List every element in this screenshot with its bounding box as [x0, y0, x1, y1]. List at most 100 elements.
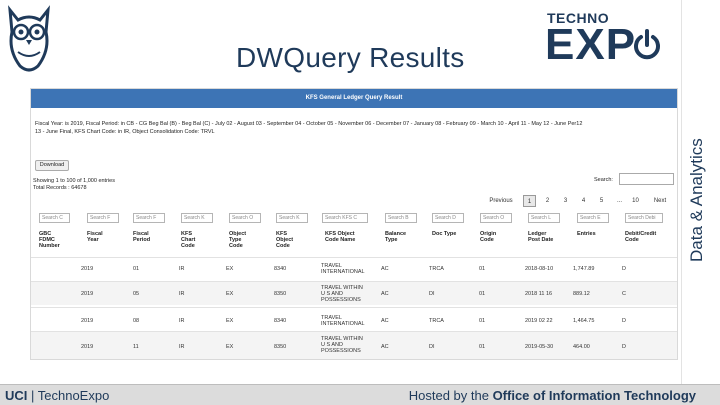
cell-origin: 01	[479, 266, 486, 272]
table-row: 2019 11 IR EX 8350 TRAVEL WITHIN U S AND…	[31, 331, 677, 359]
column-header[interactable]: Object Type Code	[229, 231, 246, 249]
pager-page-4[interactable]: 4	[577, 195, 590, 207]
filter-input[interactable]: Search O	[229, 213, 261, 223]
cell-dc: D	[622, 344, 626, 350]
filter-input[interactable]: Search C	[39, 213, 70, 223]
pager-page-1[interactable]: 1	[523, 195, 536, 207]
column-header[interactable]: Entries	[577, 231, 596, 237]
column-header[interactable]: Balance Type	[385, 231, 406, 243]
cell-origin: 01	[479, 344, 486, 350]
cell-entries: 464.00	[573, 344, 590, 350]
search-input[interactable]	[619, 173, 674, 185]
footer-separator: |	[27, 388, 38, 403]
total-records: Total Records : 64678	[33, 185, 87, 191]
entries-showing: Showing 1 to 100 of 1,000 entries	[33, 178, 115, 184]
cell-objname: TRAVEL WITHIN U S AND POSSESSIONS	[321, 336, 363, 354]
cell-doctype: TRCA	[429, 266, 444, 272]
column-header[interactable]: GBC FDMC Number	[39, 231, 60, 249]
cell-postdate: 2019 02 22	[525, 318, 553, 324]
owl-mascot-logo	[8, 5, 50, 72]
column-header[interactable]: Ledger Post Date	[528, 231, 553, 243]
cell-entries: 1,464.75	[573, 318, 595, 324]
filter-input[interactable]: Search F	[133, 213, 165, 223]
footer-left: UCI | TechnoExpo	[5, 388, 109, 403]
query-result-screenshot: KFS General Ledger Query Result Fiscal Y…	[30, 88, 678, 360]
cell-baltype: AC	[381, 344, 389, 350]
cell-period: 08	[133, 318, 140, 324]
cell-doctype: TRCA	[429, 318, 444, 324]
cell-period: 05	[133, 291, 140, 297]
cell-objcode: 8340	[274, 266, 287, 272]
cell-objtype: EX	[226, 291, 234, 297]
cell-objtype: EX	[226, 344, 234, 350]
cell-postdate: 2018 11 16	[525, 291, 553, 297]
techno-expo-logo: TECHNO EXP	[545, 10, 665, 69]
column-header[interactable]: Fiscal Period	[133, 231, 150, 243]
cell-objcode: 8350	[274, 344, 287, 350]
cell-year: 2019	[81, 344, 94, 350]
cell-objcode: 8340	[274, 318, 287, 324]
footer-org: UCI	[5, 388, 28, 403]
filter-input[interactable]: Search D	[432, 213, 464, 223]
cell-objcode: 8350	[274, 291, 287, 297]
cell-chart: IR	[179, 318, 185, 324]
power-icon	[634, 29, 660, 60]
column-header[interactable]: Debit/Credit Code	[625, 231, 656, 243]
filter-input[interactable]: Search B	[385, 213, 417, 223]
cell-doctype: DI	[429, 344, 435, 350]
cell-origin: 01	[479, 318, 486, 324]
pager-next[interactable]: Next	[646, 195, 674, 207]
pager-page-2[interactable]: 2	[541, 195, 554, 207]
download-button[interactable]: Download	[35, 160, 69, 171]
cell-objtype: EX	[226, 318, 234, 324]
pager-page-10[interactable]: 10	[629, 195, 642, 207]
table-row: 2019 05 IR EX 8350 TRAVEL WITHIN U S AND…	[31, 281, 677, 305]
logo-exp-text: EXP	[545, 20, 637, 69]
filter-input[interactable]: Search F	[87, 213, 119, 223]
filter-input[interactable]: Search O	[480, 213, 512, 223]
cell-dc: D	[622, 266, 626, 272]
cell-dc: D	[622, 318, 626, 324]
cell-year: 2019	[81, 266, 94, 272]
pager-page-5[interactable]: 5	[595, 195, 608, 207]
cell-baltype: AC	[381, 291, 389, 297]
filter-input[interactable]: Search E	[577, 213, 609, 223]
column-filter-row: Search C Search F Search F Search K Sear…	[31, 213, 677, 225]
column-header[interactable]: KFS Chart Code	[181, 231, 195, 249]
column-header[interactable]: Origin Code	[480, 231, 496, 243]
cell-objname: TRAVEL INTERNATIONAL	[321, 315, 365, 327]
filter-input[interactable]: Search L	[528, 213, 560, 223]
cell-postdate: 2019-05-30	[525, 344, 554, 350]
filter-input[interactable]: Search Debi	[625, 213, 663, 223]
pager-previous[interactable]: Previous	[483, 195, 519, 207]
cell-period: 01	[133, 266, 140, 272]
entries-info: Showing 1 to 100 of 1,000 entries Total …	[33, 178, 115, 192]
cell-objname: TRAVEL INTERNATIONAL	[321, 263, 365, 275]
pager-page-3[interactable]: 3	[559, 195, 572, 207]
filter-input[interactable]: Search KFS C	[322, 213, 368, 223]
filter-input[interactable]: Search K	[276, 213, 308, 223]
pager-ellipsis: ...	[616, 198, 622, 204]
params-line-2: 13 - June Final, KFS Chart Code: in IR, …	[35, 129, 215, 135]
column-header[interactable]: KFS Object Code Name	[325, 231, 355, 243]
result-header: KFS General Ledger Query Result	[31, 89, 677, 108]
footer-event: TechnoExpo	[37, 388, 110, 403]
query-parameters: Fiscal Year: is 2019, Fiscal Period: in …	[31, 108, 677, 148]
footer-host-org: Office of Information Technology	[492, 388, 696, 403]
search-label: Search:	[594, 177, 613, 183]
column-header[interactable]: KFS Object Code	[276, 231, 293, 249]
filter-input[interactable]: Search K	[181, 213, 213, 223]
cell-baltype: AC	[381, 318, 389, 324]
cell-chart: IR	[179, 291, 185, 297]
slide-footer: UCI | TechnoExpo Hosted by the Office of…	[0, 384, 720, 405]
params-line-1: Fiscal Year: is 2019, Fiscal Period: in …	[35, 121, 583, 127]
column-header[interactable]: Doc Type	[432, 231, 456, 237]
cell-year: 2019	[81, 318, 94, 324]
slide-title: DWQuery Results	[236, 42, 465, 73]
column-header[interactable]: Fiscal Year	[87, 231, 103, 243]
cell-year: 2019	[81, 291, 94, 297]
cell-baltype: AC	[381, 266, 389, 272]
table-row: 2019 01 IR EX 8340 TRAVEL INTERNATIONAL …	[31, 257, 677, 281]
cell-chart: IR	[179, 344, 185, 350]
cell-entries: 889.12	[573, 291, 590, 297]
